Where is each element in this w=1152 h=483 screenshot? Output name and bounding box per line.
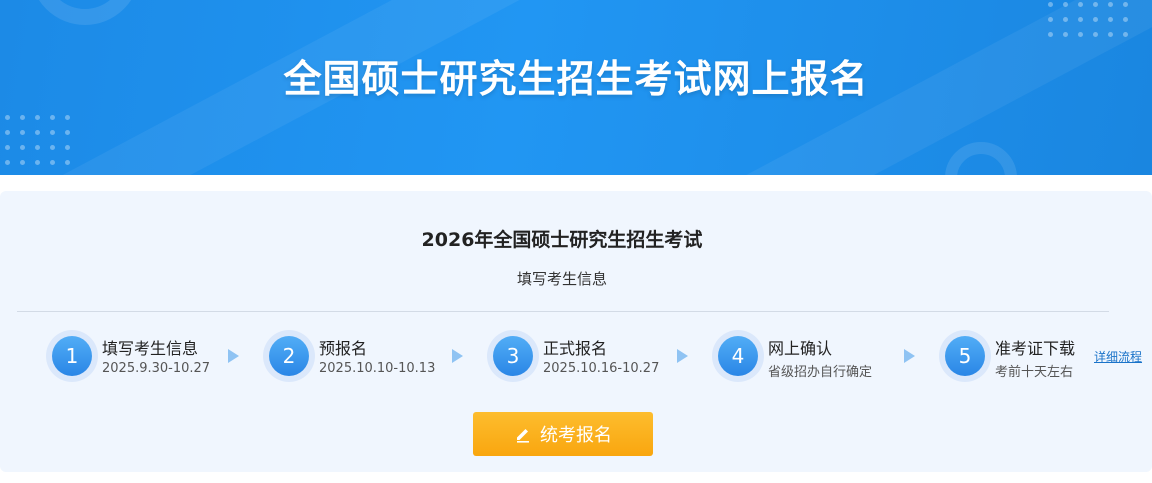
exam-title: 2026年全国硕士研究生招生考试 (421, 229, 703, 251)
banner-ring-decoration (30, 0, 140, 25)
arrow-right-icon (228, 349, 239, 363)
step-date: 2025.10.16-10.27 (543, 361, 660, 376)
step-date: 省级招办自行确定 (768, 365, 873, 380)
banner-title: 全国硕士研究生招生考试网上报名 (283, 57, 869, 101)
divider (17, 311, 1109, 312)
step-label: 准考证下载 (995, 339, 1076, 358)
arrow-right-icon (677, 349, 688, 363)
arrow-right-icon (904, 349, 915, 363)
step-label: 填写考生信息 (102, 339, 199, 358)
step-number-badge: 5 (939, 330, 991, 382)
header-banner: 全国硕士研究生招生考试网上报名 (0, 0, 1152, 175)
pencil-icon (517, 429, 529, 443)
step-number-badge: 4 (712, 330, 764, 382)
registration-panel: 2026年全国硕士研究生招生考试 填写考生信息 1 填写考生信息 2025.9.… (0, 191, 1152, 472)
step-label: 预报名 (319, 339, 368, 358)
banner-ring-decoration (945, 142, 1017, 175)
step-label: 正式报名 (543, 339, 608, 358)
banner-dots-decoration (1048, 2, 1128, 37)
detail-process-link[interactable]: 详细流程 (1094, 348, 1142, 365)
step-date: 考前十天左右 (995, 365, 1074, 380)
step-number-badge: 2 (263, 330, 315, 382)
step-number-badge: 1 (46, 330, 98, 382)
step-number-badge: 3 (487, 330, 539, 382)
step-label: 网上确认 (768, 339, 833, 358)
register-button-label: 统考报名 (540, 425, 612, 446)
unified-exam-register-button[interactable]: 统考报名 (473, 412, 653, 456)
exam-subtitle: 填写考生信息 (516, 270, 607, 288)
banner-dots-decoration (5, 115, 70, 165)
step-date: 2025.9.30-10.27 (102, 361, 211, 376)
step-date: 2025.10.10-10.13 (319, 361, 436, 376)
arrow-right-icon (452, 349, 463, 363)
